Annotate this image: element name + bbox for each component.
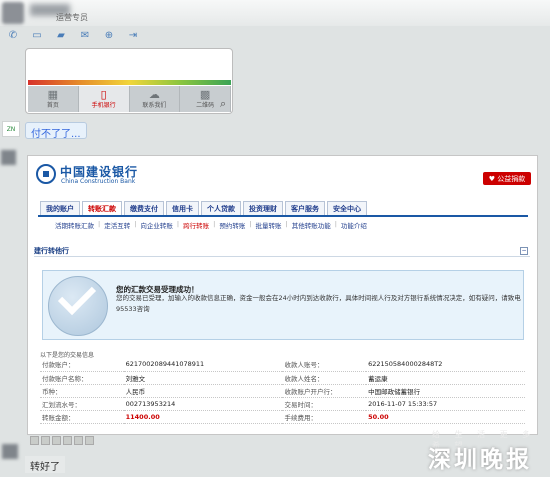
color-bar	[28, 80, 231, 85]
phone-icon[interactable]: ✆	[3, 28, 23, 42]
subtab-current-transfer[interactable]: 活期转账汇款	[55, 220, 94, 232]
success-description: 您的交易已受理，加输入的收款信息正确，资金一般会在24小时内到达收款行，具体时间…	[116, 294, 521, 313]
tab-security[interactable]: 安全中心	[327, 201, 367, 215]
add-contact-icon[interactable]: ⊕	[99, 28, 119, 42]
chat-message: 转好了	[25, 456, 65, 473]
folder-icon[interactable]: ▰	[51, 28, 71, 42]
tab-investment[interactable]: 投资理财	[243, 201, 283, 215]
nav-item-mobile-bank[interactable]: ▯ 手机银行	[78, 86, 130, 112]
ccb-logo	[36, 164, 56, 184]
table-row: 转账金额： 11400.00 手续费用： 50.00	[40, 410, 525, 424]
tab-credit-card[interactable]: 信用卡	[166, 201, 199, 215]
chat-message: 付不了了...	[25, 122, 87, 140]
table-row: 币种： 人民币 收款账户开户行： 中国邮政储蓄银行	[40, 384, 525, 398]
sender-avatar-redacted[interactable]	[1, 150, 16, 165]
contact-avatar[interactable]	[2, 2, 24, 24]
qrcode-icon: ▩	[199, 88, 211, 101]
table-row: 汇划流水号： 002713953214 交易时间： 2016-11-07 15:33…	[40, 397, 525, 411]
sub-tabs: 活期转账汇款 | 定活互转 | 向企业转账 | 跨行转账 | 预约转账 | 批量转账 | 其…	[55, 220, 367, 232]
contact-name: 运营专员	[56, 13, 88, 22]
bank-name-en: China Construction Bank	[61, 178, 136, 185]
subtab-fixed-current[interactable]: 定活互转	[104, 220, 130, 232]
exit-icon[interactable]: ⇥	[123, 28, 143, 42]
sender-avatar-redacted[interactable]	[2, 444, 18, 459]
subtab-other[interactable]: 其他转账功能	[292, 220, 331, 232]
subtab-to-company[interactable]: 向企业转账	[140, 220, 173, 232]
tab-my-account[interactable]: 我的账户	[40, 201, 80, 215]
mobile-icon: ▯	[100, 88, 107, 101]
watermark-logo: 深圳晚报	[428, 446, 532, 473]
section-divider	[34, 256, 530, 257]
tab-service[interactable]: 客户服务	[285, 201, 325, 215]
subtab-scheduled[interactable]: 预约转账	[219, 220, 245, 232]
phone-nav: ▦ 首页 ▯ 手机银行 ☁ 联系我们 ▩ 二维码	[28, 86, 231, 112]
section-title: 建行转他行	[34, 247, 69, 255]
nav-item-home[interactable]: ▦ 首页	[28, 86, 79, 112]
nav-item-contact[interactable]: ☁ 联系我们	[130, 86, 181, 112]
chat-toolbar: ✆ ▭ ▰ ✉ ⊕ ⇥	[0, 26, 240, 44]
transaction-details: 付款账户： 6217002089441078911 收款人账号： 622150584…	[40, 358, 525, 424]
subtab-interbank[interactable]: 跨行转账	[183, 220, 209, 232]
sender-avatar[interactable]: ZN	[2, 121, 20, 137]
tab-loan[interactable]: 个人贷款	[201, 201, 241, 215]
table-row: 付款账户名称： 刘雅文 收款人姓名： 蓄运康	[40, 371, 525, 385]
chat-icon: ☁	[148, 88, 160, 101]
charity-button[interactable]: ♥ 公益捐款	[483, 172, 531, 185]
grid-icon: ▦	[47, 88, 59, 101]
tab-payment[interactable]: 缴费支付	[124, 201, 164, 215]
tab-underline	[38, 215, 528, 217]
emoji-strip	[30, 436, 102, 446]
mail-icon[interactable]: ✉	[75, 28, 95, 42]
table-row: 付款账户： 6217002089441078911 收款人账号： 622150584…	[40, 358, 525, 372]
collapse-icon[interactable]: −	[520, 247, 528, 255]
magnifier-icon[interactable]: ⌕	[220, 97, 226, 111]
tab-transfer[interactable]: 转账汇款	[82, 201, 122, 215]
subtab-batch[interactable]: 批量转账	[256, 220, 282, 232]
subtab-intro[interactable]: 功能介绍	[341, 220, 367, 232]
screen-share-icon[interactable]: ▭	[27, 28, 47, 42]
main-tabs: 我的账户 转账汇款 缴费支付 信用卡 个人贷款 投资理财 客户服务 安全中心	[40, 201, 510, 215]
